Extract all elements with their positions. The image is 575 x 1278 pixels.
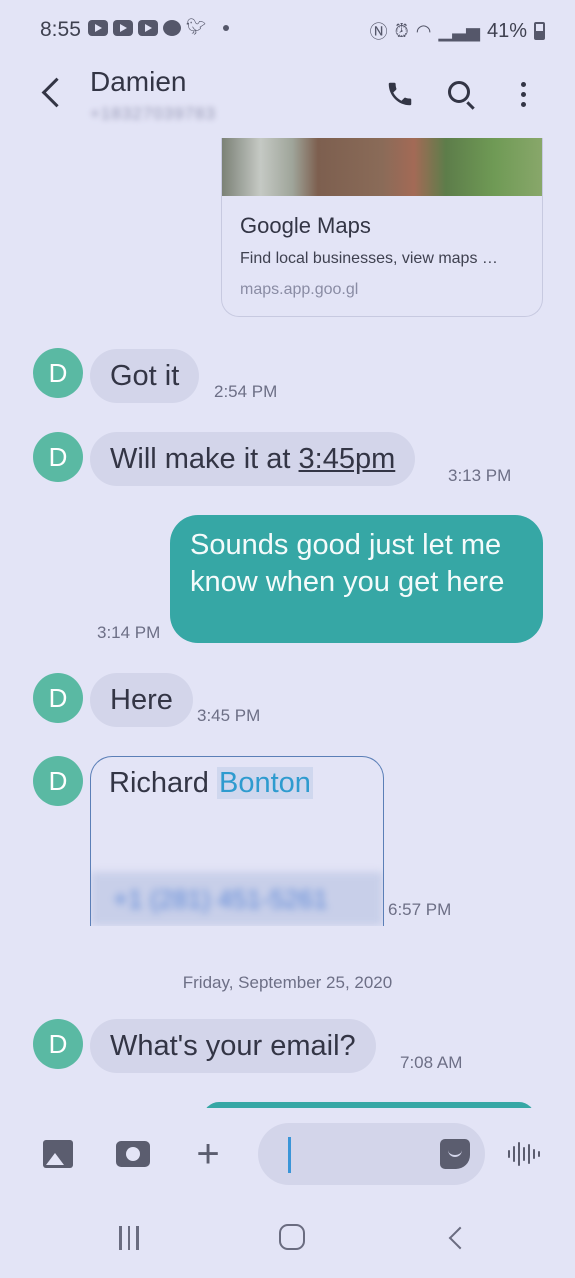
- contact-number: +18327039783: [90, 104, 216, 123]
- time-link[interactable]: 3:45pm: [299, 443, 396, 476]
- outgoing-message-bubble[interactable]: Sounds good just let me know when you ge…: [170, 515, 543, 643]
- plus-icon: +: [196, 1132, 220, 1176]
- conversation-header: Damien +18327039783: [0, 60, 575, 138]
- avatar[interactable]: D: [33, 348, 83, 398]
- attach-button[interactable]: +: [190, 1132, 226, 1176]
- message-bubble[interactable]: Got it: [90, 349, 200, 403]
- message-text: Will make it at: [110, 442, 299, 475]
- gallery-icon: [43, 1140, 73, 1168]
- link-preview-image: [222, 138, 542, 196]
- message-time: 3:14 PM: [97, 623, 161, 642]
- phone-icon: [388, 82, 412, 106]
- link-preview-card[interactable]: Google Maps Find local businesses, view …: [221, 138, 543, 317]
- message-text: What's your email?: [110, 1029, 356, 1062]
- voice-icon: [508, 1150, 510, 1158]
- chat-icon: [163, 20, 181, 36]
- status-time: 8:55: [40, 18, 81, 41]
- message-time: 6:57 PM: [388, 900, 452, 919]
- avatar[interactable]: D: [33, 756, 83, 806]
- system-back-button[interactable]: [446, 1227, 464, 1249]
- message-list[interactable]: Google Maps Find local businesses, view …: [0, 138, 575, 1108]
- link-preview-url: maps.app.goo.gl: [240, 281, 359, 298]
- camera-button[interactable]: [115, 1136, 151, 1172]
- battery-icon: [534, 22, 545, 40]
- youtube-icon: [113, 20, 133, 36]
- system-status: Ⓝ ⏰︎ ◠ ▁▃▅ 41%: [370, 18, 545, 44]
- status-bar: 8:55 🐦︎ Ⓝ ⏰︎ ◠ ▁▃▅ 41%: [0, 0, 575, 60]
- message-time: 3:45 PM: [197, 706, 261, 725]
- date-separator: Friday, September 25, 2020: [182, 973, 393, 992]
- avatar[interactable]: D: [33, 1019, 83, 1069]
- recents-button[interactable]: [119, 1226, 141, 1250]
- more-options-button[interactable]: [503, 74, 543, 114]
- gallery-button[interactable]: [40, 1136, 76, 1172]
- call-button[interactable]: [380, 74, 420, 114]
- message-bubble[interactable]: What's your email?: [90, 1019, 376, 1073]
- system-nav-bar: [0, 1198, 575, 1278]
- link-preview-description: Find local businesses, view maps …: [240, 250, 498, 267]
- nfc-icon: Ⓝ: [369, 22, 388, 42]
- wifi-icon: ◠: [415, 20, 432, 41]
- message-time: 2:54 PM: [214, 382, 278, 401]
- contact-name: Damien: [90, 66, 187, 97]
- search-button[interactable]: [441, 74, 481, 114]
- sticker-icon[interactable]: [440, 1139, 470, 1169]
- message-text: Here: [110, 683, 173, 716]
- signal-icon: ▁▃▅: [438, 20, 480, 41]
- battery-percent: 41%: [486, 19, 527, 42]
- message-time: 3:13 PM: [448, 466, 512, 485]
- back-button[interactable]: [36, 76, 66, 112]
- message-text: Got it: [110, 359, 180, 392]
- contact-card-name: Richard Bonton: [109, 767, 313, 800]
- text-cursor: [288, 1137, 291, 1173]
- home-button[interactable]: [279, 1224, 305, 1250]
- message-time: 7:08 AM: [400, 1053, 463, 1072]
- more-vert-icon: [520, 81, 526, 107]
- more-notifications-dot: [223, 25, 229, 31]
- camera-icon: [116, 1141, 150, 1167]
- twitter-icon: 🐦︎: [186, 19, 207, 36]
- contact-first-name: Richard: [109, 767, 209, 799]
- youtube-icon: [88, 20, 108, 36]
- link-preview-title: Google Maps: [240, 213, 371, 238]
- youtube-icon: [138, 20, 158, 36]
- voice-input-button[interactable]: [508, 1139, 542, 1169]
- search-icon: [448, 81, 470, 103]
- notification-icons: 🐦︎: [88, 20, 229, 36]
- message-bubble[interactable]: Will make it at 3:45pm: [90, 432, 416, 486]
- composer-bar: +: [0, 1108, 575, 1198]
- contact-card[interactable]: Richard Bonton +1 (281) 451-5261: [90, 756, 384, 926]
- alarm-icon: ⏰︎: [394, 20, 409, 41]
- avatar[interactable]: D: [33, 432, 83, 482]
- avatar[interactable]: D: [33, 673, 83, 723]
- contact-card-phone[interactable]: +1 (281) 451-5261: [91, 872, 383, 926]
- message-bubble[interactable]: Here: [90, 673, 193, 727]
- contact-last-name: Bonton: [217, 767, 313, 799]
